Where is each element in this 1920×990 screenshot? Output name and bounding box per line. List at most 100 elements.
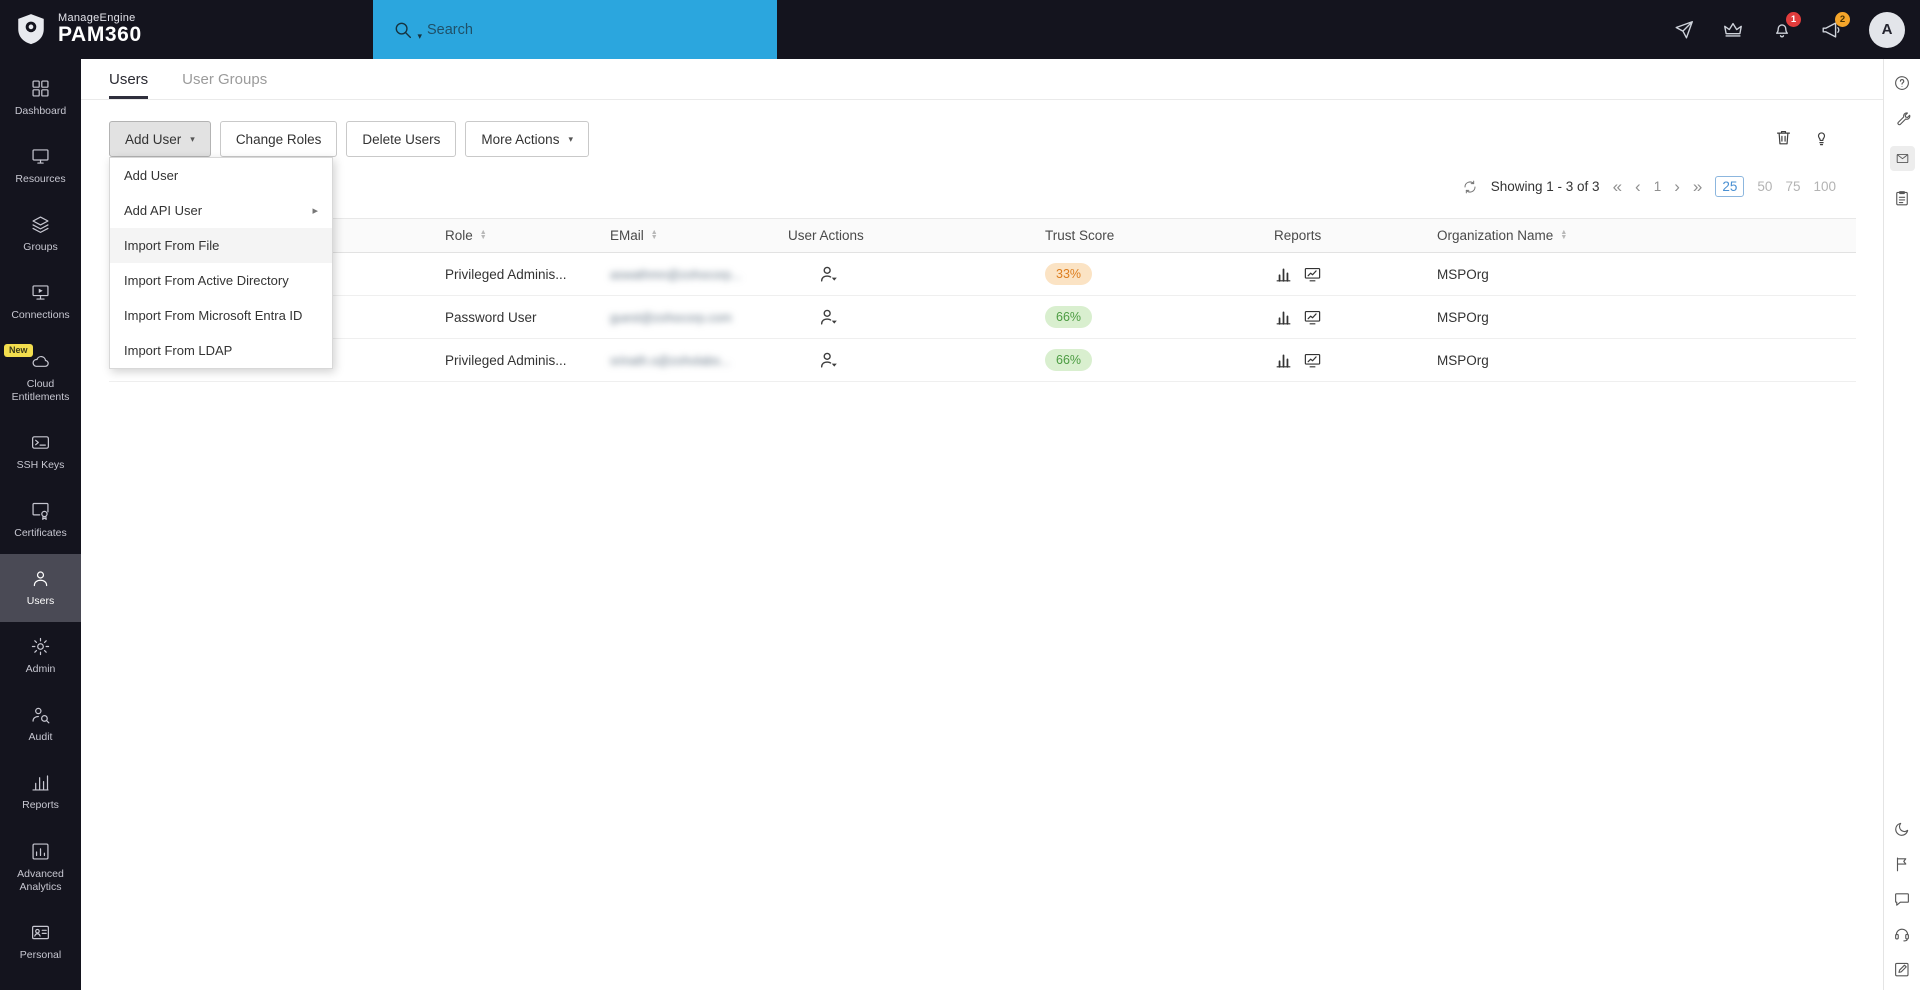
cell-role: Privileged Adminis... [445,267,610,282]
certificates-icon [30,500,51,521]
table-row[interactable]: Privileged Adminis... aswathmn@zohocorp.… [109,253,1856,296]
search-icon[interactable]: ▾ [392,19,414,41]
refresh-icon[interactable] [1462,179,1478,195]
trash-icon[interactable] [1774,128,1793,147]
sidebar: Dashboard Resources Groups Connections N… [0,59,81,990]
change-roles-button[interactable]: Change Roles [220,121,338,157]
more-actions-button[interactable]: More Actions ▾ [465,121,589,157]
page-size-50[interactable]: 50 [1757,179,1772,194]
sidebar-item-personal[interactable]: Personal [0,908,81,976]
next-page-button[interactable]: › [1674,178,1680,195]
announcement-badge: 2 [1835,12,1850,27]
analytics-icon [30,841,51,862]
sort-icon[interactable]: ▲▼ [480,231,487,240]
first-page-button[interactable]: « [1613,178,1622,195]
menu-item-import-from-active-directory[interactable]: Import From Active Directory [110,263,332,298]
sidebar-item-groups[interactable]: Groups [0,200,81,268]
topbar: ManageEngine PAM360 ▾ 1 2 A [0,0,1920,59]
last-page-button[interactable]: » [1693,178,1702,195]
theme-icon[interactable] [1893,820,1911,838]
submenu-arrow-icon: ▸ [312,204,318,217]
tools-icon[interactable] [1893,110,1911,128]
sidebar-label: Admin [26,663,56,676]
sidebar-label: Reports [22,799,59,812]
cell-role: Password User [445,310,610,325]
menu-item-import-from-microsoft-entra-id[interactable]: Import From Microsoft Entra ID [110,298,332,333]
sidebar-item-audit[interactable]: Audit [0,690,81,758]
sidebar-item-reports[interactable]: Reports [0,758,81,826]
bell-icon[interactable]: 1 [1771,19,1793,41]
support-icon[interactable] [1893,925,1911,943]
sidebar-item-resources[interactable]: Resources [0,132,81,200]
page-size-100[interactable]: 100 [1813,179,1836,194]
more-actions-label: More Actions [481,132,559,147]
avatar[interactable]: A [1869,12,1905,48]
sidebar-item-users[interactable]: Users [0,554,81,622]
user-action-icon[interactable] [818,306,842,328]
report-chart-icon[interactable] [1274,265,1293,284]
page-size-25[interactable]: 25 [1715,176,1744,197]
add-user-button[interactable]: Add User ▾ [109,121,211,157]
audit-icon [30,704,51,725]
brand-logo: ManageEngine PAM360 [0,12,142,46]
sidebar-item-cloud-entitlements[interactable]: New Cloud Entitlements [0,337,81,418]
col-role[interactable]: Role ▲▼ [445,228,610,243]
delete-users-button[interactable]: Delete Users [346,121,456,157]
trust-score-badge: 66% [1045,349,1092,371]
report-monitor-icon[interactable] [1303,308,1322,327]
crown-icon[interactable] [1722,19,1744,41]
chevron-down-icon: ▾ [190,134,195,145]
menu-item-import-from-ldap[interactable]: Import From LDAP [110,333,332,368]
gear-icon [30,636,51,657]
report-monitor-icon[interactable] [1303,265,1322,284]
tab-users[interactable]: Users [109,71,148,99]
user-action-icon[interactable] [818,263,842,285]
table-row[interactable]: Privileged Adminis... srinath.s@zoholabs… [109,339,1856,382]
whats-new-icon[interactable] [1893,855,1911,873]
announcement-icon[interactable]: 2 [1820,19,1842,41]
sidebar-label: Personal [20,949,61,962]
mail-icon[interactable] [1890,146,1915,171]
sidebar-item-advanced-analytics[interactable]: Advanced Analytics [0,827,81,908]
tasks-icon[interactable] [1893,189,1911,207]
search-input[interactable] [427,22,707,38]
chat-icon[interactable] [1893,890,1911,908]
sort-icon[interactable]: ▲▼ [651,231,658,240]
report-chart-icon[interactable] [1274,351,1293,370]
sidebar-item-admin[interactable]: Admin [0,622,81,690]
personal-icon [30,922,51,943]
table-row[interactable]: Password User guest@zohocorp.com 66% MSP… [109,296,1856,339]
new-badge: New [4,344,33,357]
col-organization-name[interactable]: Organization Name ▲▼ [1437,228,1856,243]
sidebar-item-certificates[interactable]: Certificates [0,486,81,554]
search-scope-caret-icon[interactable]: ▾ [417,31,422,42]
trust-score-badge: 66% [1045,306,1092,328]
cloud-icon [30,351,51,372]
help-icon[interactable] [1893,74,1911,92]
send-icon[interactable] [1673,19,1695,41]
sidebar-item-dashboard[interactable]: Dashboard [0,64,81,132]
sidebar-item-ssh-keys[interactable]: SSH Keys [0,418,81,486]
report-chart-icon[interactable] [1274,308,1293,327]
current-page[interactable]: 1 [1654,179,1662,194]
tab-user-groups[interactable]: User Groups [182,71,267,99]
report-monitor-icon[interactable] [1303,351,1322,370]
page-size-75[interactable]: 75 [1785,179,1800,194]
user-action-icon[interactable] [818,349,842,371]
sidebar-label: Dashboard [15,105,66,118]
sidebar-item-connections[interactable]: Connections [0,268,81,336]
global-search[interactable]: ▾ [373,0,777,59]
menu-item-import-from-file[interactable]: Import From File [110,228,332,263]
col-email[interactable]: EMail ▲▼ [610,228,788,243]
chevron-down-icon: ▾ [568,134,573,145]
feedback-icon[interactable] [1893,960,1911,978]
idea-icon[interactable] [1812,128,1831,147]
col-reports: Reports [1274,228,1437,243]
sort-icon[interactable]: ▲▼ [1560,231,1567,240]
menu-item-add-api-user[interactable]: Add API User ▸ [110,193,332,228]
menu-item-add-user[interactable]: Add User [110,158,332,193]
right-rail [1883,59,1920,990]
main-content: Users User Groups Add User ▾ Change Role… [81,59,1883,990]
prev-page-button[interactable]: ‹ [1635,178,1641,195]
pagination: Showing 1 - 3 of 3 « ‹ 1 › » 25 50 75 10… [1462,176,1836,197]
